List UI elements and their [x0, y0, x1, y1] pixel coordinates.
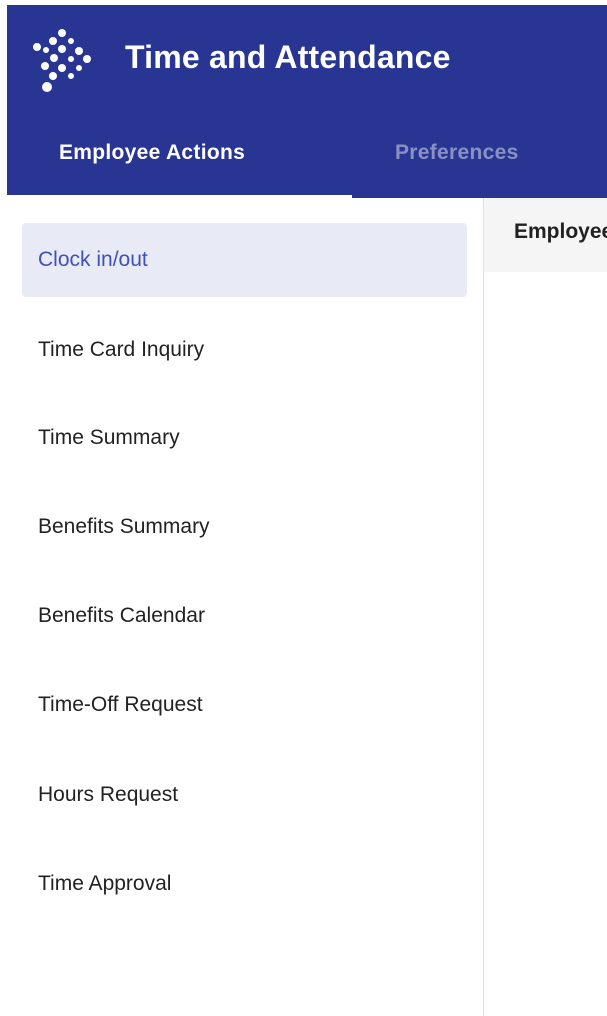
- app-title: Time and Attendance: [125, 39, 451, 75]
- sidebar-item-hours-request[interactable]: Hours Request: [22, 758, 467, 832]
- content-title: Employee: [514, 220, 607, 243]
- dotted-diamond-logo-icon: [33, 29, 91, 92]
- sidebar-item-benefits-calendar[interactable]: Benefits Calendar: [22, 579, 467, 653]
- sidebar-item-label: Time Card Inquiry: [38, 338, 205, 361]
- sidebar-item-label: Time Summary: [38, 426, 180, 449]
- sidebar-item-time-approval[interactable]: Time Approval: [22, 847, 467, 921]
- sidebar-item-time-card-inquiry[interactable]: Time Card Inquiry: [22, 313, 467, 387]
- sidebar-item-time-off-request[interactable]: Time-Off Request: [22, 668, 467, 742]
- tab-employee-actions[interactable]: Employee Actions: [59, 141, 245, 165]
- app-header: Time and Attendance Employee Actions Pre…: [7, 5, 607, 198]
- sidebar-nav: Clock in/out Time Card Inquiry Time Summ…: [0, 198, 483, 1016]
- sidebar-item-label: Benefits Summary: [38, 515, 210, 538]
- content-header: Employee: [484, 198, 607, 272]
- tab-preferences[interactable]: Preferences: [395, 141, 519, 165]
- sidebar-item-label: Clock in/out: [38, 248, 148, 271]
- sidebar-item-time-summary[interactable]: Time Summary: [22, 401, 467, 475]
- sidebar-item-benefits-summary[interactable]: Benefits Summary: [22, 490, 467, 564]
- sidebar-item-label: Hours Request: [38, 783, 179, 806]
- sidebar-item-clock-in-out[interactable]: Clock in/out: [22, 223, 467, 297]
- sidebar-item-label: Time-Off Request: [38, 693, 203, 716]
- sidebar-item-label: Time Approval: [38, 872, 172, 895]
- main-content: Employee: [483, 198, 607, 1016]
- sidebar-item-label: Benefits Calendar: [38, 604, 205, 627]
